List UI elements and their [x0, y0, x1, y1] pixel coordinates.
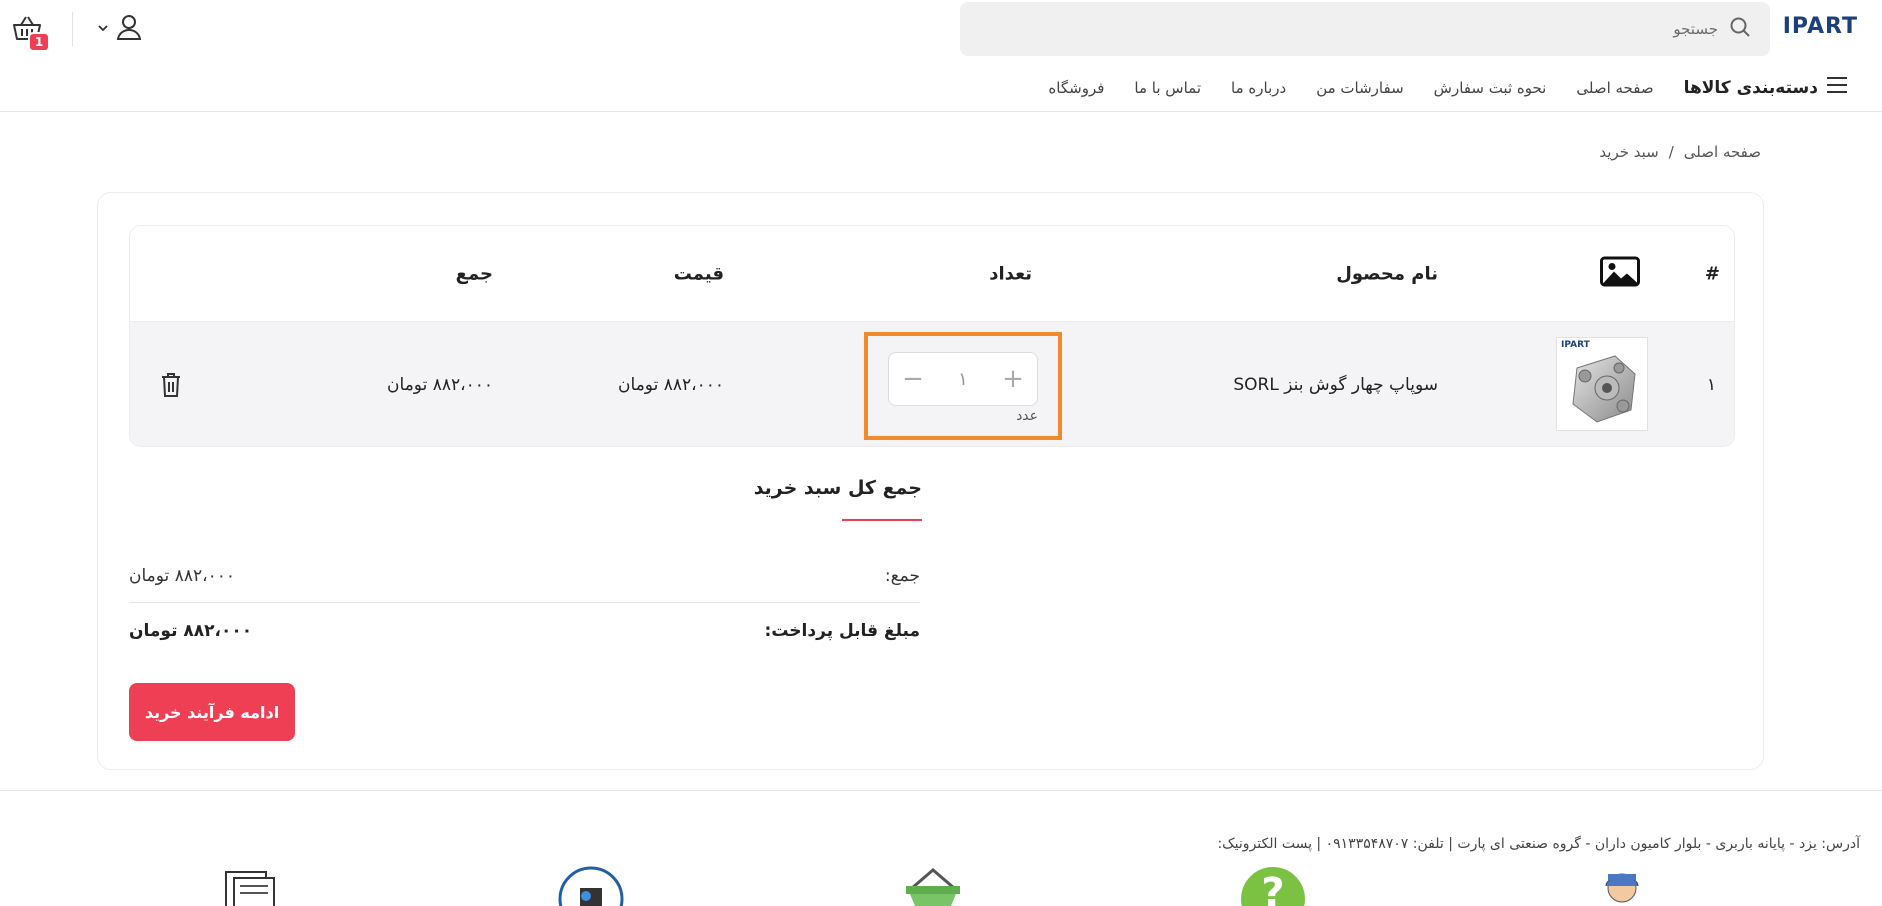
search-bar[interactable] — [960, 2, 1770, 56]
shopping-basket-icon — [902, 866, 964, 906]
payable-label: مبلغ قابل پرداخت: — [764, 621, 920, 641]
product-thumbnail[interactable]: IPART — [1556, 337, 1648, 431]
categories-menu[interactable]: دسته‌بندی کالاها — [1684, 76, 1848, 99]
categories-label: دسته‌بندی کالاها — [1683, 77, 1818, 98]
subtotal-value: ۸۸۲،۰۰۰ تومان — [129, 565, 235, 586]
header-product-name: نام محصول — [1336, 263, 1438, 284]
support-agent-icon — [1594, 866, 1650, 906]
breadcrumb-separator: / — [1668, 143, 1674, 161]
main-nav: دسته‌بندی کالاها صفحه اصلی نحوه ثبت سفار… — [1048, 76, 1848, 99]
search-icon[interactable] — [1728, 15, 1752, 43]
hamburger-icon[interactable] — [1826, 76, 1848, 99]
nav-item-home[interactable]: صفحه اصلی — [1576, 79, 1653, 97]
quantity-value[interactable]: ۱ — [958, 369, 968, 390]
search-input[interactable] — [1018, 20, 1718, 38]
site-logo[interactable]: IPART — [1783, 14, 1858, 39]
header-divider — [72, 12, 73, 46]
footer-divider — [0, 790, 1882, 791]
row-total: ۸۸۲،۰۰۰ تومان — [387, 375, 493, 395]
nav-item-about[interactable]: درباره ما — [1231, 79, 1286, 97]
trash-icon[interactable] — [160, 372, 182, 398]
nav-item-store[interactable]: فروشگاه — [1048, 79, 1104, 97]
quantity-focus-outline: − ۱ + عدد — [864, 332, 1062, 440]
payable-row: مبلغ قابل پرداخت: ۸۸۲،۰۰۰ تومان — [129, 604, 920, 658]
summary-title-underline — [842, 519, 922, 521]
nav-item-contact[interactable]: تماس با ما — [1134, 79, 1201, 97]
documents-icon — [220, 866, 280, 906]
payable-value: ۸۸۲،۰۰۰ تومان — [129, 621, 253, 641]
breadcrumb-home[interactable]: صفحه اصلی — [1684, 143, 1761, 161]
secure-payment-icon — [558, 866, 624, 906]
row-index: ۱ — [1706, 375, 1716, 395]
table-row: ۱ IPART سوپاپ چهار گوش بنز SORL − ۱ + عد… — [130, 322, 1734, 446]
nav-item-how-to-order[interactable]: نحوه ثبت سفارش — [1434, 79, 1547, 97]
quantity-stepper[interactable]: − ۱ + — [888, 352, 1038, 406]
cart-table-header: # نام محصول تعداد قیمت جمع — [130, 226, 1734, 322]
cart-count-badge: 1 — [28, 32, 50, 52]
product-name[interactable]: سوپاپ چهار گوش بنز SORL — [1233, 375, 1438, 395]
help-question-icon: ? — [1240, 866, 1306, 906]
header-quantity: تعداد — [989, 263, 1032, 284]
minus-icon[interactable]: − — [901, 366, 925, 392]
chevron-down-icon[interactable] — [96, 20, 110, 39]
breadcrumb-current: سبد خرید — [1599, 143, 1659, 161]
footer-address: آدرس: یزد - پایانه باربری - بلوار کامیون… — [1217, 836, 1860, 852]
subtotal-row: جمع: ۸۸۲،۰۰۰ تومان — [129, 549, 920, 603]
breadcrumb: صفحه اصلی / سبد خرید — [1599, 143, 1761, 161]
quantity-unit: عدد — [1016, 408, 1038, 424]
cart-table: # نام محصول تعداد قیمت جمع ۱ IPART سوپاپ… — [129, 225, 1735, 447]
row-price: ۸۸۲،۰۰۰ تومان — [618, 375, 724, 395]
header-total: جمع — [455, 263, 493, 284]
nav-item-my-orders[interactable]: سفارشات من — [1316, 79, 1403, 97]
checkout-button[interactable]: ادامه فرآیند خرید — [129, 683, 295, 741]
site-header: IPART 1 دسته‌بندی کالاها صفحه اصلی نحوه … — [0, 0, 1882, 112]
user-icon[interactable] — [114, 12, 144, 46]
image-icon — [1600, 256, 1640, 291]
cart-card: # نام محصول تعداد قیمت جمع ۱ IPART سوپاپ… — [97, 192, 1764, 770]
cart-summary-title: جمع کل سبد خرید — [753, 477, 922, 499]
subtotal-label: جمع: — [884, 565, 920, 586]
header-price: قیمت — [673, 263, 724, 284]
plus-icon[interactable]: + — [1001, 366, 1025, 392]
header-index: # — [1704, 263, 1720, 284]
user-menu[interactable] — [96, 12, 144, 46]
svg-text:?: ? — [1261, 870, 1284, 906]
